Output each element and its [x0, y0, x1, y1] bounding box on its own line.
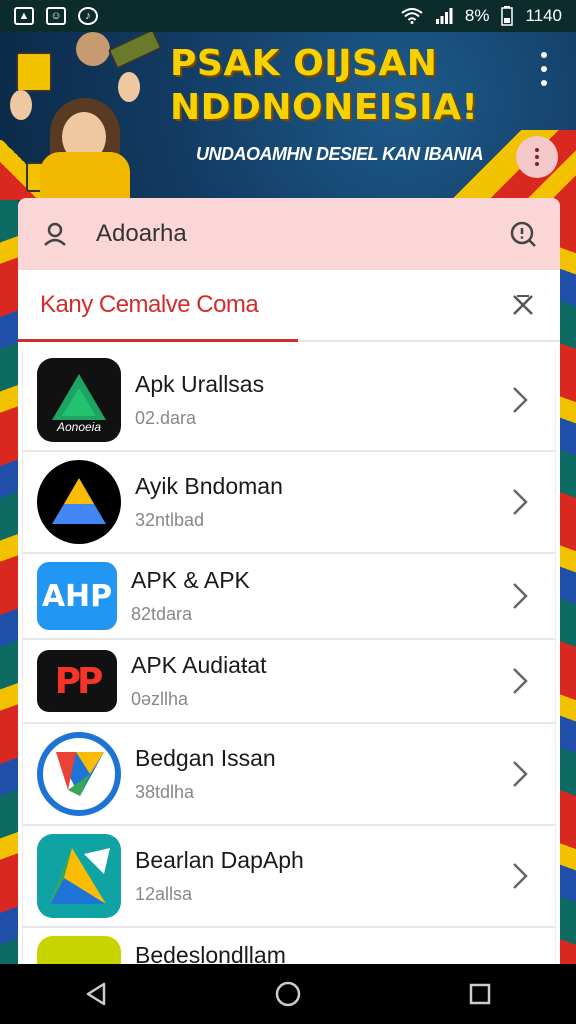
search-icon[interactable]: [508, 219, 538, 249]
chevron-right-icon: [513, 489, 528, 515]
promo-banner[interactable]: PSAK OIJSAN NDDNONEISIA! UNDAOAMHN DESIE…: [0, 32, 576, 200]
app-size: 12allsa: [135, 884, 193, 904]
list-item[interactable]: PP APK Audiaŧat 0əzllha: [22, 640, 556, 724]
battery-icon: [501, 6, 514, 26]
pp-icon: PP: [37, 650, 117, 712]
status-bar: ▲ ☺ ♪ 8% 1140: [0, 0, 576, 32]
woman-body: [40, 152, 130, 200]
banner-title-line1: PSAK OIJSAN: [170, 43, 438, 84]
list-item[interactable]: Aonoeia Apk Urallsas 02.dara: [22, 350, 556, 452]
app-size: 32ntlbad: [135, 510, 205, 530]
banner-stripe-decoration: [446, 130, 576, 200]
chevron-right-icon: [513, 761, 528, 787]
section-title: Kany Cemalve Coma: [40, 291, 259, 318]
gallery-icon: ▲: [14, 7, 34, 25]
chevron-right-icon: [513, 668, 528, 694]
yellow-app-icon: [37, 936, 121, 964]
overflow-menu-button[interactable]: [534, 52, 554, 86]
right-decorative-stripe: [558, 200, 576, 970]
section-underline: [18, 339, 298, 342]
section-header: Kany Cemalve Coma: [18, 270, 560, 342]
banner-subtitle: UNDAOAMHN DESIEL KAN IBANIA: [196, 144, 484, 164]
back-icon[interactable]: [82, 980, 110, 1008]
wifi-icon: [401, 8, 423, 24]
app-name: APK & APK: [131, 567, 250, 593]
chevron-right-icon: [513, 583, 528, 609]
circle-drive-icon: [37, 732, 121, 816]
list-item[interactable]: Ayik Bndoman 32ntlbad: [22, 452, 556, 554]
app-size: 38tdlha: [135, 782, 195, 802]
message-icon: ☺: [46, 7, 66, 25]
search-bar[interactable]: Adoarha: [18, 198, 560, 270]
raised-hand: [118, 72, 140, 102]
drive-color-icon: [37, 460, 121, 544]
left-decorative-stripe: [0, 200, 18, 970]
sign-decoration: [16, 52, 52, 92]
banner-title: PSAK OIJSAN NDDNONEISIA!: [170, 42, 500, 130]
app-name: Bearlan DapAph: [135, 847, 304, 873]
app-name: Bedgan Issan: [135, 745, 276, 771]
list-item[interactable]: Bearlan DapAph 12allsa: [22, 826, 556, 928]
user-icon[interactable]: [40, 219, 70, 249]
app-size: 02.dara: [135, 408, 197, 428]
tiktok-icon: ♪: [78, 7, 98, 25]
raised-hand: [10, 90, 32, 120]
recents-icon[interactable]: [466, 980, 494, 1008]
teal-drive-icon: [37, 834, 121, 918]
app-name: Ayik Bndoman: [135, 473, 283, 499]
ahp-icon-text: AHP: [41, 578, 113, 614]
close-icon[interactable]: [508, 290, 538, 320]
app-name: Bedeslondllam: [135, 942, 286, 964]
navigation-bar: [0, 964, 576, 1024]
list-item[interactable]: Bedgan Issan 38tdlha: [22, 724, 556, 826]
pp-icon-text: PP: [54, 660, 104, 702]
app-list: Aonoeia Apk Urallsas 02.dara Ayik Bndoma…: [18, 342, 560, 964]
signal-icon: [435, 8, 453, 24]
app-icon-caption: Aonoeia: [56, 420, 102, 434]
banner-title-line2: NDDNONEISIA!: [170, 87, 479, 128]
app-name: APK Audiaŧat: [131, 652, 267, 678]
app-card: Adoarha Kany Cemalve Coma Aonoeia Apk Ur…: [18, 198, 560, 964]
drive-green-icon: Aonoeia: [37, 358, 121, 442]
app-size: 82tdara: [131, 604, 193, 624]
rifle-decoration: [107, 32, 163, 70]
battery-percent: 8%: [464, 6, 490, 25]
app-size: 0əzllha: [131, 689, 189, 709]
banner-illustration: [10, 32, 180, 200]
chevron-right-icon: [513, 863, 528, 889]
clock: 1140: [525, 6, 562, 25]
ahp-icon: AHP: [37, 562, 117, 630]
list-item[interactable]: AHP APK & APK 82tdara: [22, 554, 556, 640]
search-input[interactable]: Adoarha: [96, 220, 482, 248]
list-item[interactable]: Bedeslondllam: [22, 928, 556, 964]
man-face: [76, 32, 110, 66]
more-options-fab[interactable]: [516, 136, 558, 178]
app-name: Apk Urallsas: [135, 371, 265, 397]
chevron-right-icon: [513, 387, 528, 413]
home-icon[interactable]: [274, 980, 302, 1008]
